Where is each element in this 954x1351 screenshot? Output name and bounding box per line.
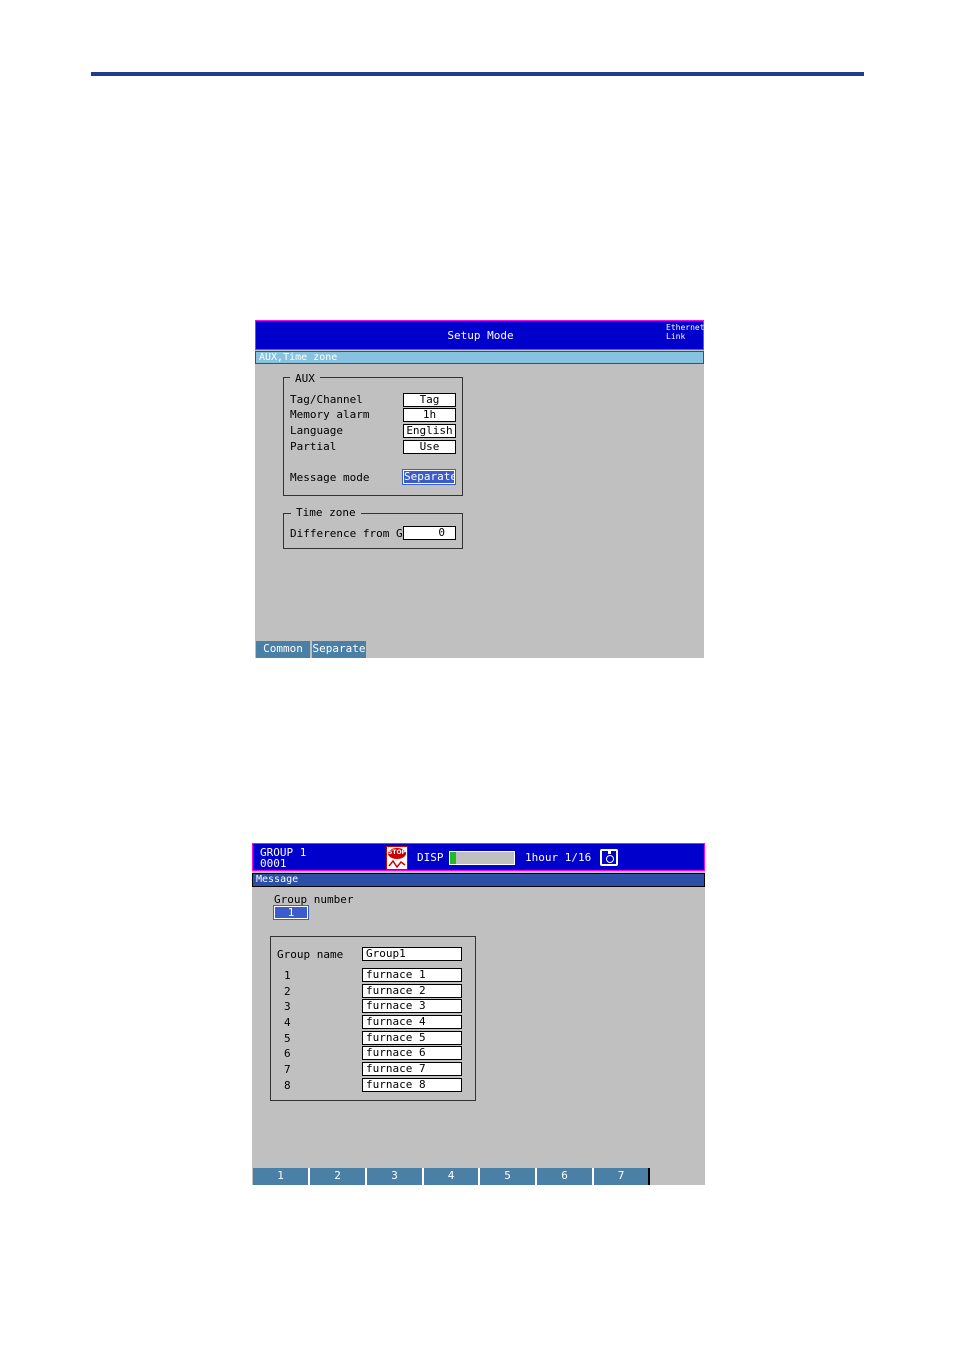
- group-name-label: Group name: [277, 948, 344, 961]
- message-mode-field[interactable]: Separate: [402, 469, 456, 485]
- message-number-2: 2: [284, 985, 291, 998]
- message-field-3[interactable]: furnace 3: [362, 999, 462, 1013]
- message-screen: GROUP 1 0001 STOP DISP 1hour 1/16 Messag…: [252, 843, 705, 1185]
- tag-channel-label: Tag/Channel: [290, 393, 363, 406]
- gmt-difference-field[interactable]: 0: [403, 526, 456, 540]
- gmt-difference-label: Difference from GMT: [290, 527, 416, 540]
- memory-usage-bar: [449, 851, 515, 865]
- message-field-7[interactable]: furnace 7: [362, 1062, 462, 1076]
- message-mode-label: Message mode: [290, 471, 370, 484]
- memory-alarm-field[interactable]: 1h: [403, 408, 456, 422]
- media-icon: [600, 849, 618, 866]
- partial-label: Partial: [290, 440, 337, 453]
- timezone-group-legend: Time zone: [291, 507, 361, 519]
- setup-subheader: AUX,Time zone: [255, 351, 704, 364]
- message-field-1[interactable]: furnace 1: [362, 968, 462, 982]
- message-field-2[interactable]: furnace 2: [362, 984, 462, 998]
- setup-mode-screen: Setup Mode Ethernet Link AUX,Time zone A…: [255, 320, 704, 658]
- memory-usage-fill: [450, 852, 456, 864]
- group-code: 0001: [260, 857, 287, 870]
- softkey-4[interactable]: 4: [424, 1168, 480, 1185]
- message-number-8: 8: [284, 1079, 291, 1092]
- message-number-3: 3: [284, 1000, 291, 1013]
- disp-label: DISP: [417, 851, 444, 864]
- softkey-6[interactable]: 6: [537, 1168, 594, 1185]
- softkey-2[interactable]: 2: [310, 1168, 367, 1185]
- softkey-common[interactable]: Common: [256, 641, 312, 658]
- page-top-rule: [91, 72, 864, 76]
- tag-channel-field[interactable]: Tag: [403, 393, 456, 407]
- message-field-5[interactable]: furnace 5: [362, 1031, 462, 1045]
- message-number-1: 1: [284, 969, 291, 982]
- message-number-5: 5: [284, 1032, 291, 1045]
- message-number-7: 7: [284, 1063, 291, 1076]
- message-field-8[interactable]: furnace 8: [362, 1078, 462, 1092]
- softkey-5[interactable]: 5: [480, 1168, 537, 1185]
- setup-title: Setup Mode: [447, 329, 514, 342]
- group-number-label: Group number: [274, 893, 354, 906]
- softkey-7[interactable]: 7: [594, 1168, 650, 1185]
- softkey-1[interactable]: 1: [253, 1168, 310, 1185]
- stop-status-icon: STOP: [386, 846, 408, 870]
- ethernet-link-indicator: Ethernet Link: [666, 323, 704, 341]
- message-field-6[interactable]: furnace 6: [362, 1046, 462, 1060]
- softkey-separate[interactable]: Separate: [312, 641, 368, 658]
- message-number-6: 6: [284, 1047, 291, 1060]
- group-number-field[interactable]: 1: [273, 905, 309, 920]
- message-number-4: 4: [284, 1016, 291, 1029]
- language-field[interactable]: English: [403, 424, 456, 438]
- message-subheader: Message: [252, 873, 705, 887]
- message-field-4[interactable]: furnace 4: [362, 1015, 462, 1029]
- language-label: Language: [290, 424, 343, 437]
- setup-title-bar: Setup Mode Ethernet Link: [255, 320, 704, 350]
- message-status-bar: GROUP 1 0001 STOP DISP 1hour 1/16: [252, 843, 705, 871]
- memory-alarm-label: Memory alarm: [290, 408, 370, 421]
- aux-group-legend: AUX: [290, 373, 320, 385]
- softkey-3[interactable]: 3: [367, 1168, 424, 1185]
- time-div-label: 1hour 1/16: [525, 851, 592, 864]
- group-name-field[interactable]: Group1: [362, 947, 462, 961]
- partial-field[interactable]: Use: [403, 440, 456, 454]
